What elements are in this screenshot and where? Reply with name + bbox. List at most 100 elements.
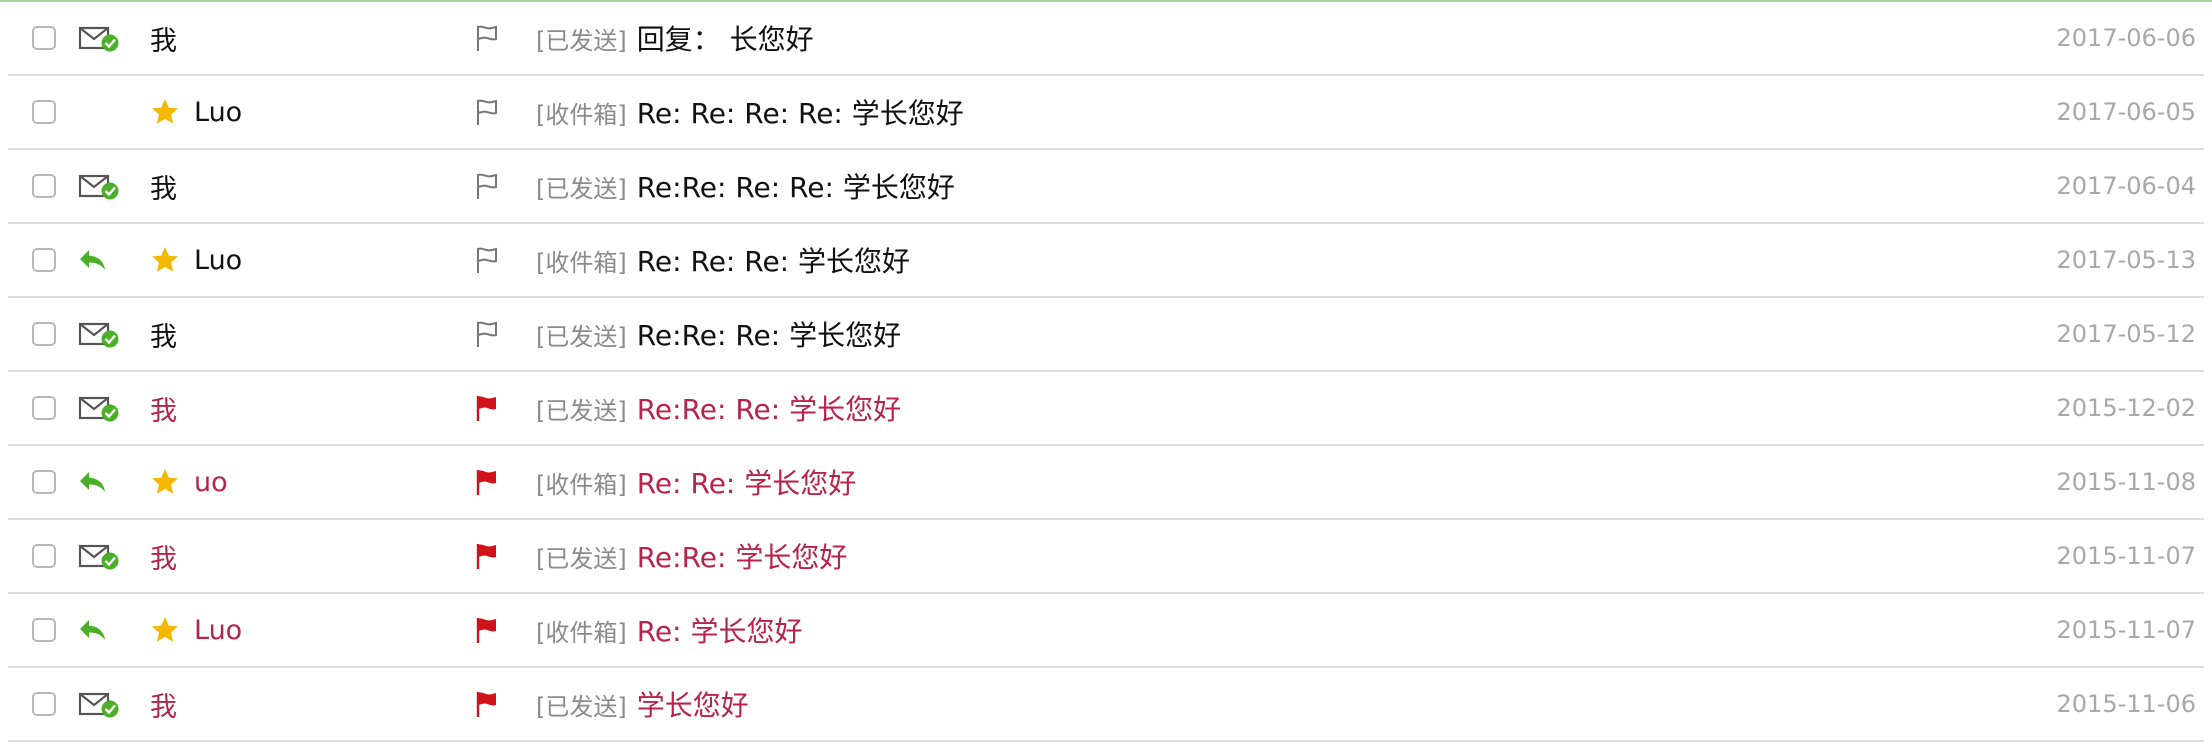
sender-cell: Luo [150, 594, 450, 666]
mail-date: 2017-06-04 [2056, 172, 2196, 200]
select-cell [32, 668, 72, 740]
folder-tag: [已发送] [536, 322, 627, 351]
flag-outline-icon[interactable] [474, 24, 500, 52]
row-checkbox[interactable] [32, 322, 56, 346]
subject-text: Re:Re: Re: Re: 学长您好 [636, 171, 955, 204]
subject-cell[interactable]: [收件箱] Re: Re: Re: 学长您好 [536, 224, 1936, 296]
subject-text: 学长您好 [636, 689, 749, 722]
sender-cell: 我 [150, 150, 450, 222]
subject-text: 回复： 长您好 [636, 23, 814, 56]
row-checkbox[interactable] [32, 174, 56, 198]
sender-name: Luo [194, 614, 243, 646]
flag-filled-icon[interactable] [474, 616, 500, 644]
subject-cell[interactable]: [已发送] Re:Re: Re: 学长您好 [536, 372, 1936, 444]
row-checkbox[interactable] [32, 544, 56, 568]
mail-row-1[interactable]: 我 [已发送] 回复： 长您好 2017-06-06 [8, 2, 2204, 76]
subject-text: Re: Re: Re: 学长您好 [636, 245, 911, 278]
mail-row-7[interactable]: uo [收件箱] Re: Re: 学长您好 2015-11-08 [8, 446, 2204, 520]
reply-arrow-icon [80, 620, 105, 640]
date-cell: 2015-11-06 [1936, 668, 2196, 740]
date-cell: 2017-06-05 [1936, 76, 2196, 148]
subject-cell[interactable]: [已发送] Re:Re: Re: 学长您好 [536, 298, 1936, 370]
status-cell [78, 372, 128, 444]
flag-filled-icon[interactable] [474, 542, 500, 570]
folder-tag: [已发送] [536, 174, 627, 203]
mail-date: 2017-05-13 [2056, 246, 2196, 274]
sender-cell: 我 [150, 668, 450, 740]
flag-cell[interactable] [474, 76, 514, 148]
flag-filled-icon[interactable] [474, 394, 500, 422]
folder-tag: [收件箱] [536, 618, 627, 647]
subject-cell[interactable]: [已发送] 回复： 长您好 [536, 2, 1936, 74]
flag-cell[interactable] [474, 150, 514, 222]
sender-name: 我 [150, 395, 177, 427]
flag-filled-icon[interactable] [474, 468, 500, 496]
subject-text: Re:Re: Re: 学长您好 [636, 393, 902, 426]
flag-filled-icon[interactable] [474, 690, 500, 718]
folder-tag: [已发送] [536, 26, 627, 55]
date-cell: 2017-05-12 [1936, 298, 2196, 370]
flag-outline-icon[interactable] [474, 98, 500, 126]
flag-outline-icon[interactable] [474, 172, 500, 200]
select-cell [32, 150, 72, 222]
mail-date: 2017-06-06 [2056, 24, 2196, 52]
mail-date: 2017-05-12 [2056, 320, 2196, 348]
mail-row-2[interactable]: Luo [收件箱] Re: Re: Re: Re: 学长您好 2017-06-0… [8, 76, 2204, 150]
sender-name: 我 [150, 321, 177, 353]
flag-outline-icon[interactable] [474, 246, 500, 274]
flag-cell[interactable] [474, 520, 514, 592]
folder-tag: [收件箱] [536, 100, 627, 129]
status-cell [78, 298, 128, 370]
flag-cell[interactable] [474, 298, 514, 370]
flag-cell[interactable] [474, 668, 514, 740]
subject-cell[interactable]: [已发送] 学长您好 [536, 668, 1936, 740]
mail-row-3[interactable]: 我 [已发送] Re:Re: Re: Re: 学长您好 2017-06-04 [8, 150, 2204, 224]
mail-row-8[interactable]: 我 [已发送] Re:Re: 学长您好 2015-11-07 [8, 520, 2204, 594]
sender-name: 我 [150, 543, 177, 575]
subject-cell[interactable]: [收件箱] Re: Re: 学长您好 [536, 446, 1936, 518]
sender-cell: uo [150, 446, 450, 518]
mail-row-10[interactable]: 我 [已发送] 学长您好 2015-11-06 [8, 668, 2204, 742]
mail-date: 2015-11-06 [2056, 690, 2196, 718]
flag-cell[interactable] [474, 224, 514, 296]
row-checkbox[interactable] [32, 248, 56, 272]
row-checkbox[interactable] [32, 470, 56, 494]
mail-list: 我 [已发送] 回复： 长您好 2017-06-06 Luo [收件箱] Re:… [0, 0, 2212, 750]
subject-text: Re:Re: 学长您好 [636, 541, 848, 574]
mail-row-6[interactable]: 我 [已发送] Re:Re: Re: 学长您好 2015-12-02 [8, 372, 2204, 446]
row-checkbox[interactable] [32, 26, 56, 50]
sender-name: uo [194, 466, 228, 498]
subject-cell[interactable]: [已发送] Re:Re: 学长您好 [536, 520, 1936, 592]
sender-name: 我 [150, 691, 177, 723]
subject-cell[interactable]: [收件箱] Re: Re: Re: Re: 学长您好 [536, 76, 1936, 148]
subject-text: Re: Re: 学长您好 [636, 467, 857, 500]
row-checkbox[interactable] [32, 618, 56, 642]
mail-row-5[interactable]: 我 [已发送] Re:Re: Re: 学长您好 2017-05-12 [8, 298, 2204, 372]
mail-row-4[interactable]: Luo [收件箱] Re: Re: Re: 学长您好 2017-05-13 [8, 224, 2204, 298]
row-checkbox[interactable] [32, 396, 56, 420]
flag-cell[interactable] [474, 372, 514, 444]
folder-tag: [已发送] [536, 692, 627, 721]
select-cell [32, 298, 72, 370]
flag-cell[interactable] [474, 2, 514, 74]
row-checkbox[interactable] [32, 692, 56, 716]
subject-text: Re: 学长您好 [636, 615, 803, 648]
select-cell [32, 224, 72, 296]
select-cell [32, 520, 72, 592]
mail-date: 2015-12-02 [2056, 394, 2196, 422]
flag-cell[interactable] [474, 446, 514, 518]
select-cell [32, 594, 72, 666]
subject-text: Re:Re: Re: 学长您好 [636, 319, 902, 352]
flag-outline-icon[interactable] [474, 320, 500, 348]
sent-envelope-check-icon [78, 26, 119, 52]
subject-cell[interactable]: [收件箱] Re: 学长您好 [536, 594, 1936, 666]
flag-cell[interactable] [474, 594, 514, 666]
mail-row-9[interactable]: Luo [收件箱] Re: 学长您好 2015-11-07 [8, 594, 2204, 668]
folder-tag: [收件箱] [536, 470, 627, 499]
sent-envelope-check-icon [78, 174, 119, 200]
subject-cell[interactable]: [已发送] Re:Re: Re: Re: 学长您好 [536, 150, 1936, 222]
sender-name: Luo [194, 244, 243, 276]
row-checkbox[interactable] [32, 100, 56, 124]
date-cell: 2015-11-08 [1936, 446, 2196, 518]
subject-text: Re: Re: Re: Re: 学长您好 [636, 97, 964, 130]
